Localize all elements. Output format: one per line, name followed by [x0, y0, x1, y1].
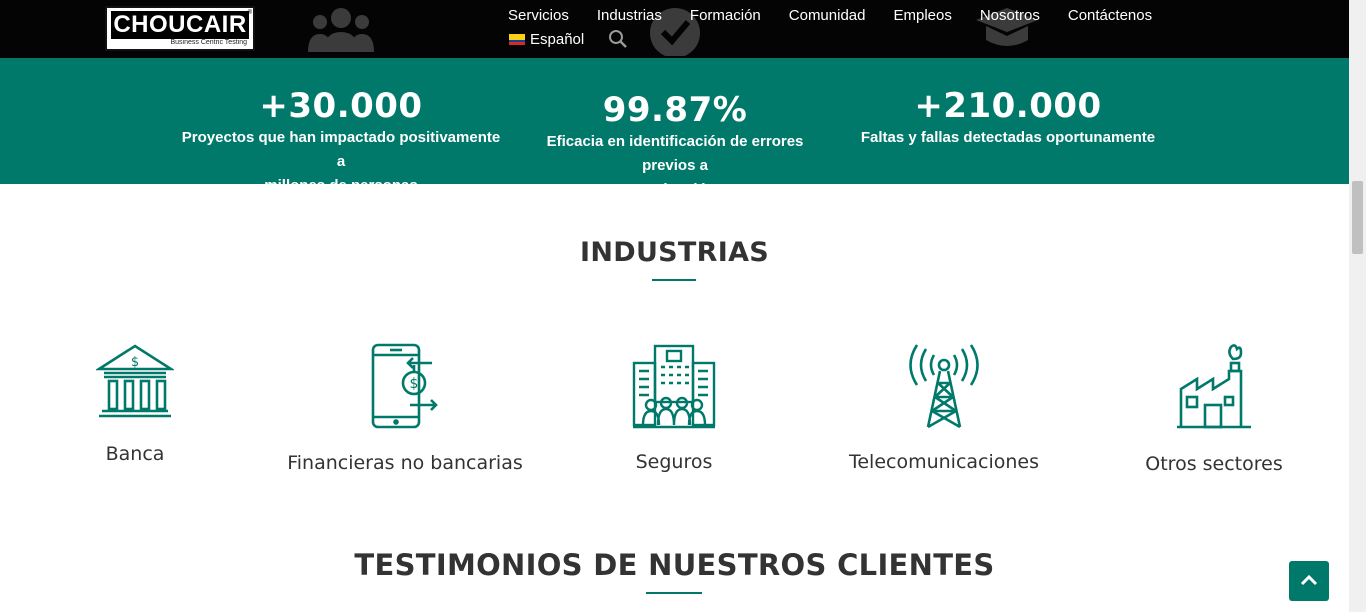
stat-label-line1: Faltas y fallas detectadas oportunamente	[860, 129, 1156, 146]
colombia-flag-icon	[509, 34, 525, 45]
logo-tagline: Business Centric Testing	[170, 39, 247, 46]
nav-servicios[interactable]: Servicios	[508, 7, 569, 25]
nav-nosotros[interactable]: Nosotros	[980, 7, 1040, 25]
stat-defects: +210.000 Faltas y fallas detectadas opor…	[858, 86, 1158, 150]
title-underline	[652, 279, 696, 281]
svg-text:$: $	[131, 355, 139, 370]
language-selector[interactable]: Español	[509, 31, 584, 48]
nav-contactenos[interactable]: Contáctenos	[1068, 7, 1152, 25]
industry-seguros[interactable]: Seguros	[614, 343, 734, 474]
search-icon[interactable]	[608, 29, 628, 49]
stat-efficacy: 99.87% Eficacia en identificación de err…	[520, 90, 830, 202]
main-nav: Servicios Industrias Formación Comunidad…	[508, 7, 1152, 25]
stats-band: +30.000 Proyectos que han impactado posi…	[0, 58, 1349, 198]
industry-telecom[interactable]: Telecomunicaciones	[834, 343, 1054, 474]
stat-projects: +30.000 Proyectos que han impactado posi…	[180, 86, 502, 198]
industry-label: Financieras no bancarias	[287, 452, 523, 474]
industry-banca[interactable]: $ Banca	[75, 343, 195, 466]
mobile-payment-icon: $	[371, 343, 438, 429]
stat-value: 99.87%	[602, 90, 748, 130]
industry-financieras[interactable]: $ Financieras no bancarias	[285, 343, 525, 475]
scrollbar-thumb[interactable]	[1352, 181, 1363, 254]
industry-label: Banca	[105, 443, 165, 465]
industry-label: Seguros	[635, 451, 713, 473]
industry-otros[interactable]: Otros sectores	[1134, 343, 1294, 476]
back-to-top-button[interactable]	[1289, 561, 1329, 601]
nav-formacion[interactable]: Formación	[690, 7, 761, 25]
nav-comunidad[interactable]: Comunidad	[789, 7, 866, 25]
stat-label-line1: Proyectos que han impactado positivament…	[181, 129, 501, 170]
svg-text:$: $	[410, 376, 419, 392]
logo-wordmark: CHOUCAIR	[111, 11, 249, 39]
language-label: Español	[530, 31, 585, 48]
title-underline	[646, 592, 702, 594]
factory-icon	[1177, 344, 1251, 429]
nav-industrias[interactable]: Industrias	[597, 7, 662, 25]
industries-title: INDUSTRIAS	[579, 237, 770, 268]
testimonials-title: TESTIMONIOS DE NUESTROS CLIENTES	[354, 548, 995, 582]
stat-value: +210.000	[914, 86, 1102, 126]
stat-label-line2: millones de personas	[264, 177, 418, 194]
antenna-tower-icon	[909, 344, 979, 429]
bank-icon: $	[96, 344, 174, 418]
insurance-building-icon	[632, 344, 716, 429]
industry-label: Telecomunicaciones	[848, 451, 1040, 473]
people-icon	[308, 8, 374, 52]
stat-value: +30.000	[259, 86, 423, 126]
stat-label-line1: Eficacia en identificación de errores pr…	[546, 133, 804, 174]
nav-empleos[interactable]: Empleos	[893, 7, 951, 25]
industry-label: Otros sectores	[1145, 453, 1283, 475]
vertical-scrollbar[interactable]	[1349, 0, 1366, 612]
stat-label-line2: producción	[634, 181, 716, 198]
site-header: CHOUCAIR ® Business Centric Testing Serv…	[0, 0, 1349, 58]
choucair-logo[interactable]: CHOUCAIR ® Business Centric Testing	[105, 6, 255, 51]
registered-mark: ®	[247, 10, 252, 16]
chevron-up-icon	[1300, 574, 1318, 586]
